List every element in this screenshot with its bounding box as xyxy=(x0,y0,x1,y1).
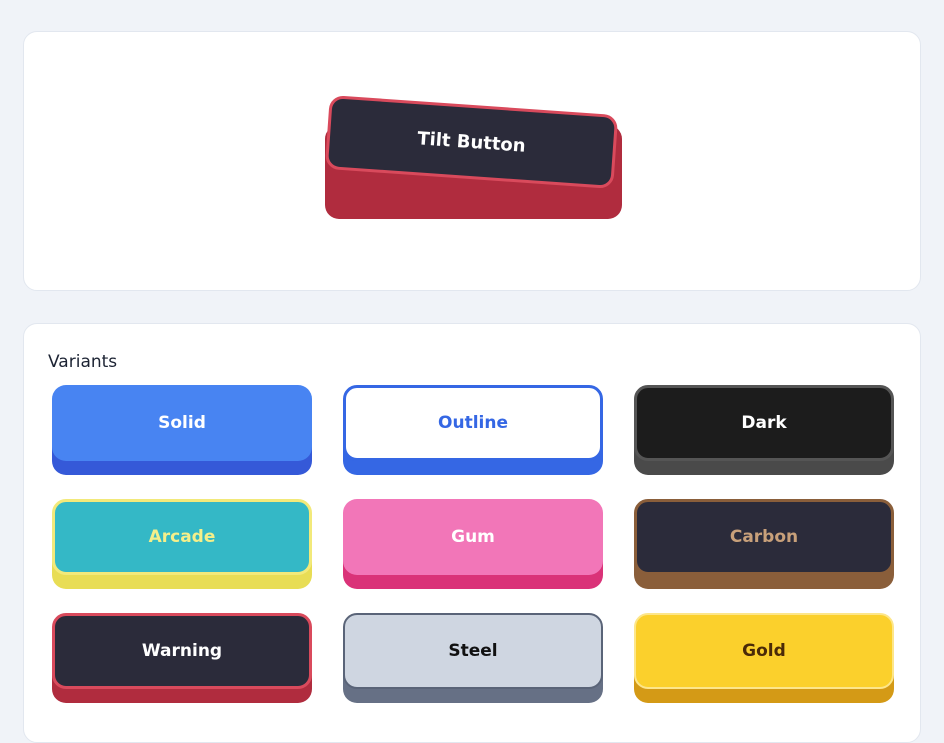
tilt-button[interactable]: Tilt Button xyxy=(324,95,622,219)
carbon-button-label: Carbon xyxy=(729,527,799,547)
variants-title: Variants xyxy=(48,352,118,372)
solid-button-label: Solid xyxy=(158,413,206,433)
outline-button-face[interactable]: Outline xyxy=(343,385,603,461)
steel-button-face[interactable]: Steel xyxy=(343,613,603,689)
gold-button-face[interactable]: Gold xyxy=(634,613,894,689)
steel-button-label: Steel xyxy=(448,641,498,661)
arcade-button-label: Arcade xyxy=(148,527,216,547)
outline-button-label: Outline xyxy=(438,413,508,433)
gum-button[interactable]: Gum xyxy=(343,499,603,589)
warning-button[interactable]: Warning xyxy=(52,613,312,703)
tilt-button-label: Tilt Button xyxy=(416,127,527,157)
solid-button[interactable]: Solid xyxy=(52,385,312,475)
steel-button[interactable]: Steel xyxy=(343,613,603,703)
variants-card: Variants Solid Outline Dark Arcade Gum C… xyxy=(23,323,921,743)
gum-button-label: Gum xyxy=(451,527,495,547)
dark-button-label: Dark xyxy=(741,413,787,433)
arcade-button[interactable]: Arcade xyxy=(52,499,312,589)
dark-button[interactable]: Dark xyxy=(634,385,894,475)
dark-button-face[interactable]: Dark xyxy=(634,385,894,461)
gold-button[interactable]: Gold xyxy=(634,613,894,703)
arcade-button-face[interactable]: Arcade xyxy=(52,499,312,575)
warning-button-label: Warning xyxy=(141,641,223,661)
gold-button-label: Gold xyxy=(742,641,786,661)
outline-button[interactable]: Outline xyxy=(343,385,603,475)
solid-button-face[interactable]: Solid xyxy=(52,385,312,461)
hero-card: Tilt Button xyxy=(23,31,921,291)
gum-button-face[interactable]: Gum xyxy=(343,499,603,575)
carbon-button-face[interactable]: Carbon xyxy=(634,499,894,575)
carbon-button[interactable]: Carbon xyxy=(634,499,894,589)
warning-button-face[interactable]: Warning xyxy=(52,613,312,689)
